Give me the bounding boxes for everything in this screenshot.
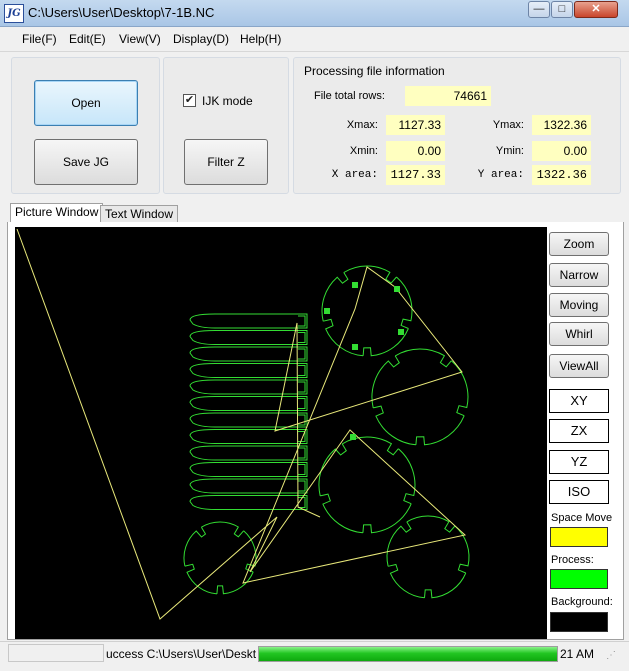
ymax-value: 1322.36 — [532, 115, 591, 135]
strip-part-11 — [189, 478, 308, 494]
menu-help[interactable]: Help(H) — [240, 32, 281, 46]
open-button[interactable]: Open — [34, 80, 138, 126]
round-part-2 — [371, 348, 469, 446]
view-yz-button[interactable]: YZ — [549, 450, 609, 474]
progress-bar — [258, 646, 558, 662]
xmax-value: 1127.33 — [386, 115, 445, 135]
zoom-button[interactable]: Zoom — [549, 232, 609, 256]
status-bar: uccess C:\Users\User\Desktop\ 21 AM ⋰ — [0, 641, 629, 671]
round-part-3 — [318, 436, 416, 534]
minimize-button[interactable]: — — [528, 1, 550, 18]
menu-display[interactable]: Display(D) — [173, 32, 229, 46]
space-move-label: Space Move — [551, 512, 613, 524]
file-actions-panel: Open Save JG — [11, 57, 160, 194]
view-xy-button[interactable]: XY — [549, 389, 609, 413]
file-info-panel: Processing file information File total r… — [293, 57, 621, 194]
toolpath-canvas[interactable] — [15, 227, 547, 639]
options-panel: ✔ IJK mode Filter Z — [163, 57, 289, 194]
tab-picture-window[interactable]: Picture Window — [10, 203, 104, 223]
toolpath-drawing — [16, 228, 470, 620]
strip-part-1 — [189, 313, 308, 329]
whirl-button[interactable]: Whirl — [549, 322, 609, 346]
strip-part-6 — [189, 396, 308, 411]
strip-part-2 — [189, 330, 308, 345]
status-message: uccess C:\Users\User\Desktop\ — [106, 647, 256, 661]
menu-edit[interactable]: Edit(E) — [69, 32, 106, 46]
round-part-1 — [321, 265, 413, 357]
path-node-marker-6 — [350, 434, 356, 440]
total-rows-value: 74661 — [405, 86, 491, 106]
status-pane-empty — [8, 644, 104, 662]
path-node-marker-1 — [324, 308, 330, 314]
menu-view[interactable]: View(V) — [119, 32, 161, 46]
app-icon: JG — [4, 4, 24, 23]
process-label: Process: — [551, 554, 594, 566]
strip-part-7 — [189, 412, 308, 428]
file-info-heading: Processing file information — [304, 64, 445, 78]
strip-part-4 — [189, 363, 308, 378]
strip-part-9 — [189, 445, 308, 461]
path-node-marker-4 — [398, 329, 404, 335]
view-all-button[interactable]: ViewAll — [549, 354, 609, 378]
ijk-mode-checkbox[interactable]: ✔ — [183, 94, 196, 107]
process-color-swatch[interactable] — [550, 569, 608, 589]
path-node-marker-2 — [352, 282, 358, 288]
xarea-label: X area: — [331, 169, 378, 181]
xarea-value: 1127.33 — [386, 165, 445, 185]
path-node-marker-5 — [352, 344, 358, 350]
yarea-value: 1322.36 — [532, 165, 591, 185]
menu-file[interactable]: File(F) — [22, 32, 57, 46]
menu-bar: File(F) Edit(E) View(V) Display(D) Help(… — [0, 27, 629, 52]
close-button[interactable]: ✕ — [574, 1, 618, 18]
space-move-color-swatch[interactable] — [550, 527, 608, 547]
strip-part-12 — [189, 495, 308, 510]
moving-button[interactable]: Moving — [549, 293, 609, 317]
status-time: 21 AM — [560, 647, 595, 661]
strip-part-5 — [189, 379, 308, 395]
round-part-5 — [183, 521, 257, 595]
total-rows-label: File total rows: — [314, 90, 385, 102]
narrow-button[interactable]: Narrow — [549, 263, 609, 287]
ijk-mode-label: IJK mode — [202, 94, 253, 108]
tab-text-window[interactable]: Text Window — [100, 205, 179, 222]
filter-z-button[interactable]: Filter Z — [184, 139, 268, 185]
background-label: Background: — [551, 596, 613, 608]
title-bar: JG C:\Users\User\Desktop\7-1B.NC — □ ✕ — [0, 0, 629, 27]
maximize-button[interactable]: □ — [551, 1, 573, 18]
ymin-label: Ymin: — [495, 145, 524, 157]
progress-fill — [259, 647, 557, 661]
round-part-4 — [386, 515, 470, 599]
ymin-value: 0.00 — [532, 141, 591, 161]
strip-part-8 — [189, 429, 308, 444]
view-iso-button[interactable]: ISO — [549, 480, 609, 504]
ymax-label: Ymax: — [492, 119, 524, 131]
xmin-value: 0.00 — [386, 141, 445, 161]
yarea-label: Y area: — [477, 169, 524, 181]
resize-grip-icon[interactable]: ⋰ — [606, 650, 618, 662]
view-zx-button[interactable]: ZX — [549, 419, 609, 443]
save-jg-button[interactable]: Save JG — [34, 139, 138, 185]
xmax-label: Xmax: — [346, 119, 378, 131]
xmin-label: Xmin: — [349, 145, 378, 157]
path-node-marker-3 — [394, 286, 400, 292]
background-color-swatch[interactable] — [550, 612, 608, 632]
window-title: C:\Users\User\Desktop\7-1B.NC — [28, 5, 215, 20]
